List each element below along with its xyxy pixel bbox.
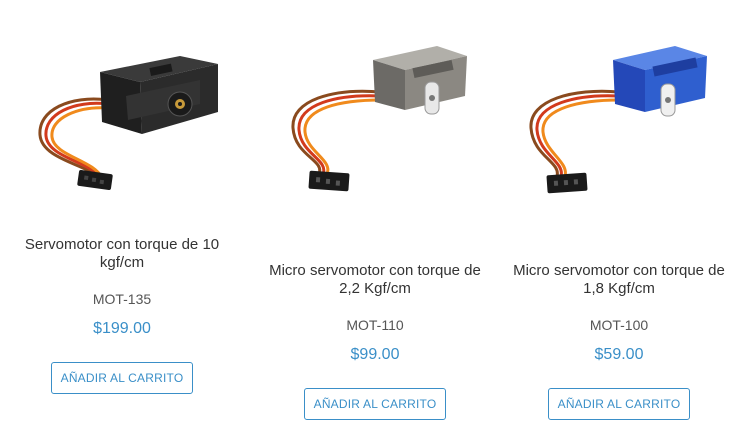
product-price: $99.00 bbox=[350, 346, 400, 363]
product-price: $199.00 bbox=[93, 320, 151, 337]
product-info: Servomotor con torque de 10 kgf/cm MOT-1… bbox=[0, 236, 244, 394]
product-sku: MOT-100 bbox=[589, 317, 649, 333]
product-image[interactable] bbox=[0, 0, 244, 230]
product-card: Micro servomotor con torque de 2,2 Kgf/c… bbox=[253, 0, 497, 446]
product-sku: MOT-135 bbox=[92, 291, 152, 307]
product-card: Micro servomotor con torque de 1,8 Kgf/c… bbox=[497, 0, 741, 446]
product-title[interactable]: Micro servomotor con torque de 2,2 Kgf/c… bbox=[265, 262, 485, 298]
product-info: Micro servomotor con torque de 1,8 Kgf/c… bbox=[497, 262, 741, 420]
product-price: $59.00 bbox=[594, 346, 644, 363]
add-to-cart-button[interactable]: AÑADIR AL CARRITO bbox=[548, 388, 690, 420]
add-to-cart-button[interactable]: AÑADIR AL CARRITO bbox=[304, 388, 446, 420]
product-sku: MOT-110 bbox=[346, 317, 404, 333]
product-title[interactable]: Micro servomotor con torque de 1,8 Kgf/c… bbox=[509, 262, 729, 298]
product-image[interactable] bbox=[497, 0, 741, 230]
product-image[interactable] bbox=[253, 0, 497, 230]
add-to-cart-button[interactable]: AÑADIR AL CARRITO bbox=[51, 362, 193, 394]
product-title[interactable]: Servomotor con torque de 10 kgf/cm bbox=[12, 236, 232, 272]
product-info: Micro servomotor con torque de 2,2 Kgf/c… bbox=[253, 262, 497, 420]
product-card: Servomotor con torque de 10 kgf/cm MOT-1… bbox=[0, 0, 244, 446]
